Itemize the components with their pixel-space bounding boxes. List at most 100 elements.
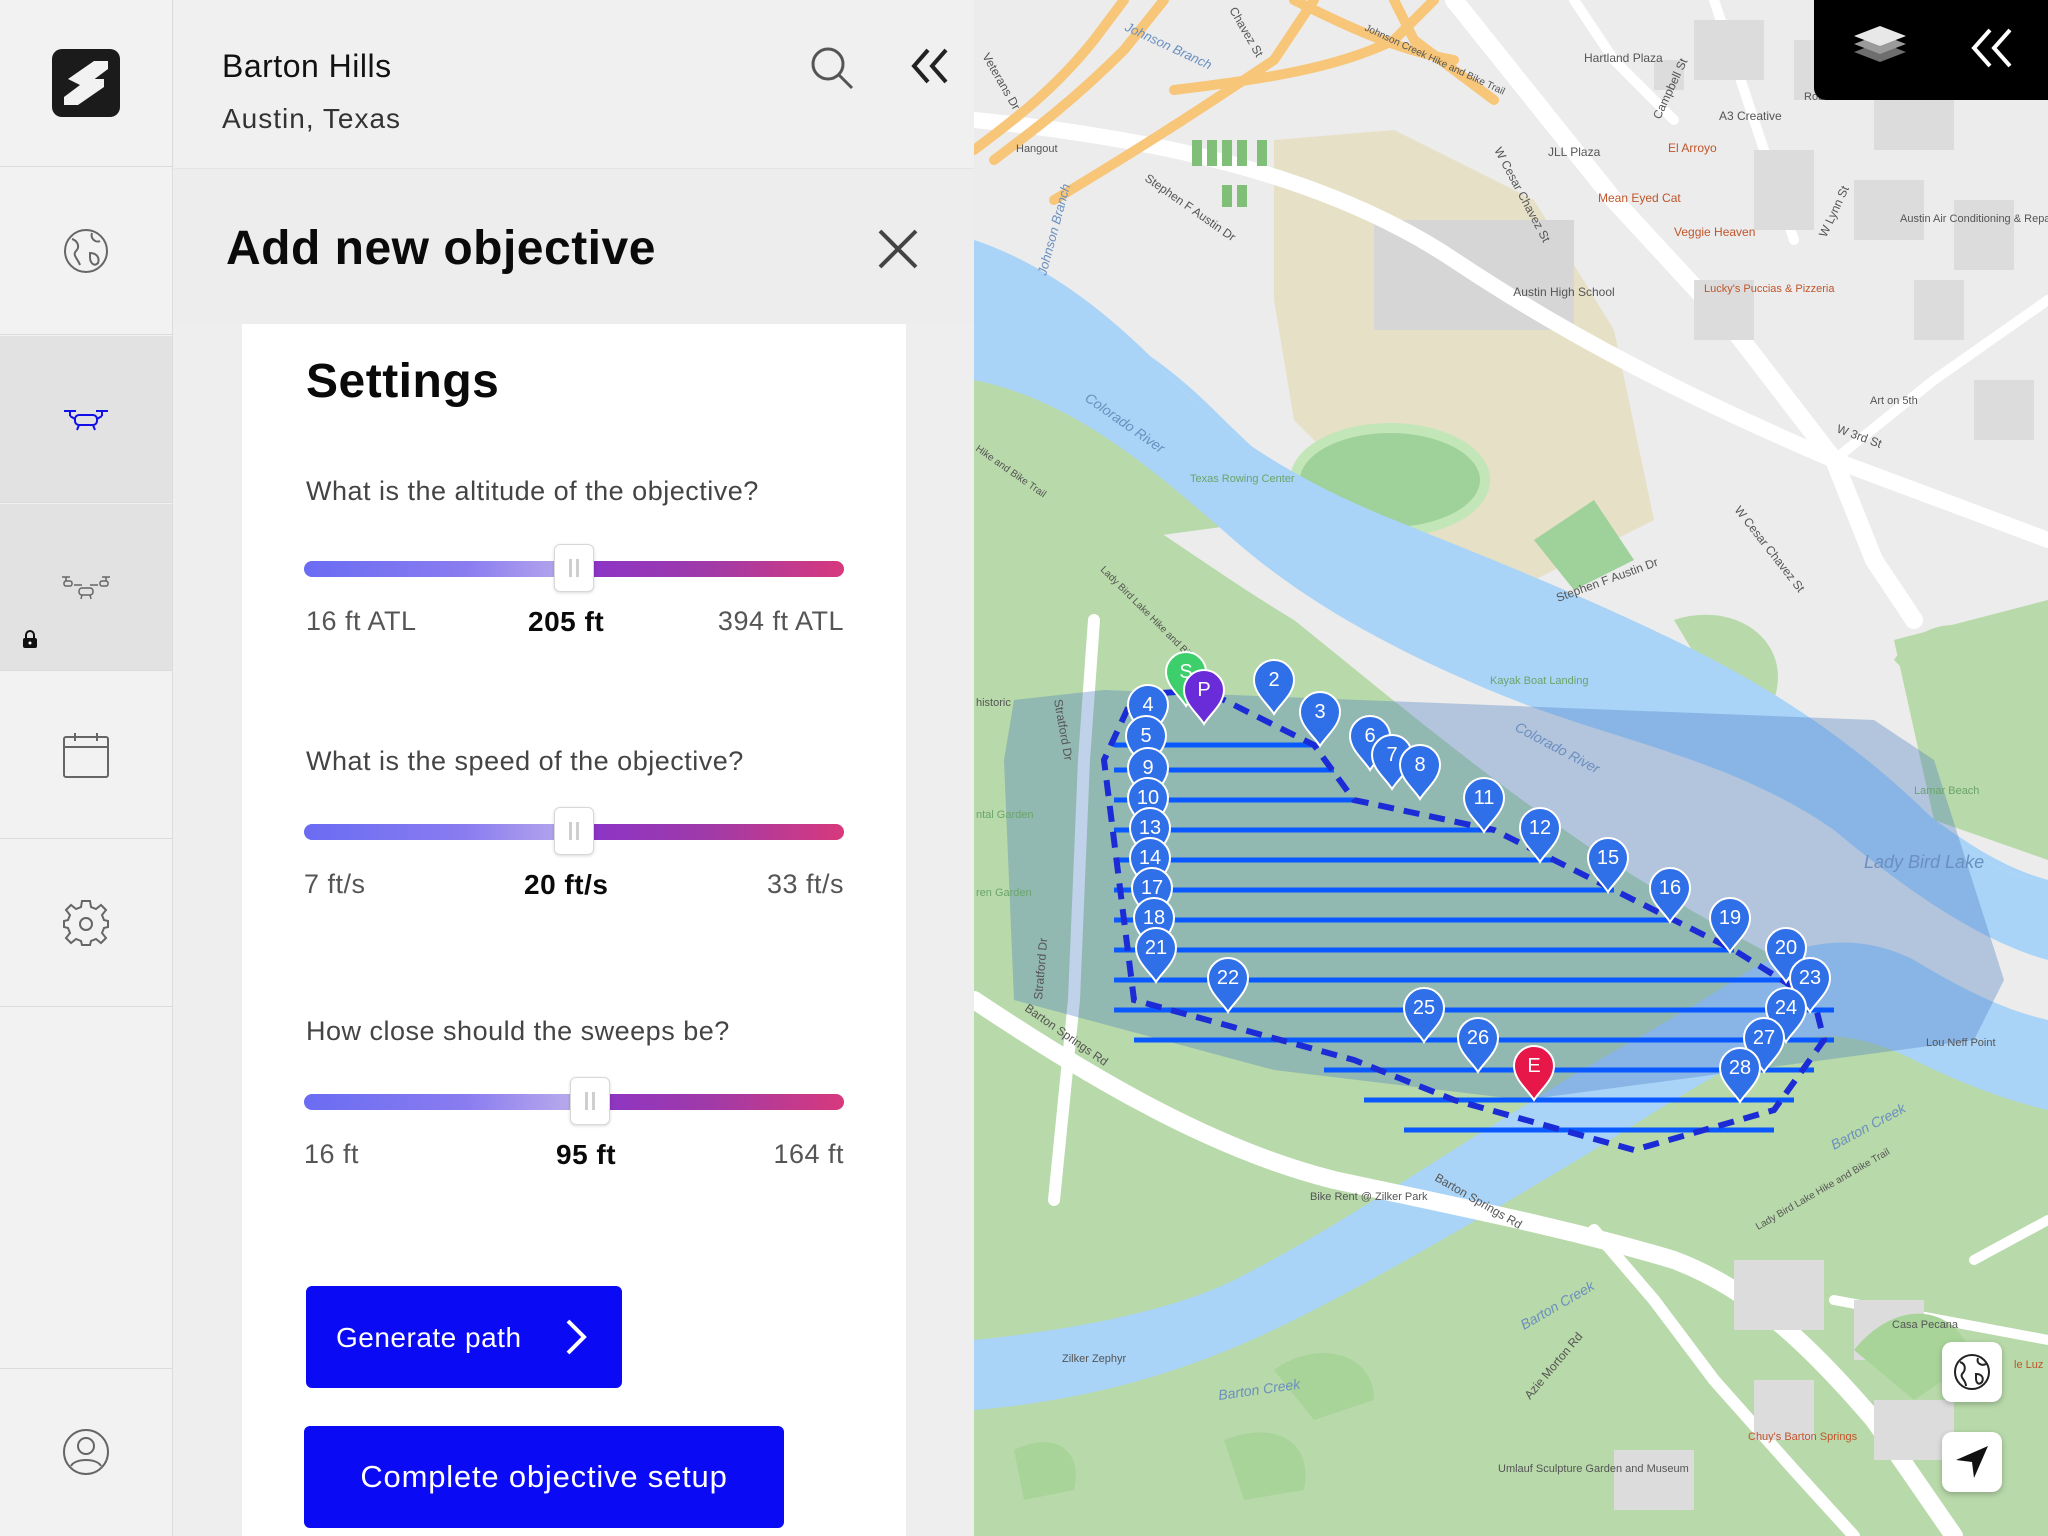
- waypoint-marker-22[interactable]: 22: [1206, 957, 1250, 1014]
- waypoint-marker-24-label: 24: [1775, 997, 1797, 1019]
- layers-button[interactable]: [1840, 18, 1920, 82]
- gear-icon: [63, 900, 109, 946]
- location-title: Barton Hills: [222, 48, 392, 84]
- waypoint-marker-28-label: 28: [1729, 1057, 1751, 1079]
- waypoint-marker-11[interactable]: 11: [1462, 777, 1506, 834]
- calendar-icon: [63, 733, 109, 778]
- settings-heading: Settings: [306, 355, 500, 408]
- chevron-right-icon: [566, 1319, 587, 1355]
- locate-me-button[interactable]: [1942, 1432, 2002, 1492]
- expand-map-button[interactable]: [1964, 24, 2024, 72]
- waypoint-marker-17-label: 17: [1141, 877, 1163, 899]
- waypoint-marker-13-label: 13: [1139, 817, 1161, 839]
- sweeps-thumb[interactable]: [570, 1077, 611, 1125]
- waypoint-marker-19[interactable]: 19: [1708, 897, 1752, 954]
- end-marker-label: E: [1527, 1055, 1540, 1077]
- nav-globe[interactable]: [0, 168, 172, 335]
- generate-path-label: Generate path: [336, 1322, 522, 1353]
- waypoint-marker-10-label: 10: [1137, 787, 1159, 809]
- p-marker[interactable]: P: [1182, 669, 1226, 726]
- location-subtitle: Austin, Texas: [222, 103, 402, 134]
- navigation-arrow-icon: [1956, 1446, 1988, 1478]
- layers-icon: [1854, 26, 1906, 62]
- waypoint-marker-9-label: 9: [1142, 757, 1153, 779]
- waypoint-marker-26[interactable]: 26: [1456, 1017, 1500, 1074]
- nav-drone-swarm[interactable]: [0, 504, 172, 671]
- altitude-thumb[interactable]: [554, 544, 594, 592]
- waypoint-marker-27-label: 27: [1753, 1027, 1775, 1049]
- waypoint-marker-21[interactable]: 21: [1134, 927, 1178, 984]
- altitude-max: 394 ft ATL: [717, 606, 844, 636]
- map-controls: [1814, 0, 2048, 100]
- end-marker[interactable]: E: [1512, 1045, 1556, 1102]
- sweeps-value: 95 ft: [556, 1139, 617, 1170]
- user-icon: [63, 1429, 109, 1475]
- nav-settings[interactable]: [0, 840, 172, 1007]
- waypoint-marker-4-label: 4: [1142, 694, 1153, 716]
- collapse-panel-button[interactable]: [906, 46, 954, 86]
- altitude-slider[interactable]: [304, 544, 844, 592]
- sweeps-question: How close should the sweeps be?: [306, 1016, 730, 1046]
- waypoint-marker-16-label: 16: [1659, 877, 1681, 899]
- speed-min: 7 ft/s: [304, 869, 366, 899]
- close-button[interactable]: [874, 225, 922, 273]
- waypoint-layer: 2345 67 8910 11121314 15161718 19202122 232425…: [1124, 651, 1832, 1104]
- generate-path-button[interactable]: Generate path: [306, 1286, 622, 1388]
- waypoint-marker-8-label: 8: [1414, 754, 1425, 776]
- waypoint-marker-3-label: 3: [1314, 701, 1325, 723]
- speed-value: 20 ft/s: [524, 869, 609, 900]
- waypoint-marker-15-label: 15: [1597, 847, 1619, 869]
- waypoint-marker-25-label: 25: [1413, 997, 1435, 1019]
- waypoint-marker-25[interactable]: 25: [1402, 987, 1446, 1044]
- waypoint-marker-21-label: 21: [1145, 937, 1167, 959]
- waypoint-marker-3[interactable]: 3: [1298, 691, 1342, 748]
- globe-icon: [1954, 1354, 1990, 1390]
- double-chevron-left-icon: [911, 48, 948, 84]
- complete-setup-button[interactable]: Complete objective setup: [304, 1426, 784, 1528]
- waypoint-marker-12[interactable]: 12: [1518, 807, 1562, 864]
- objective-title: Add new objective: [226, 222, 656, 275]
- speed-slider[interactable]: [304, 807, 844, 855]
- waypoint-marker-7-label: 7: [1386, 744, 1397, 766]
- lock-icon: [23, 630, 37, 648]
- waypoint-marker-15[interactable]: 15: [1586, 837, 1630, 894]
- waypoint-marker-26-label: 26: [1467, 1027, 1489, 1049]
- globe-icon: [64, 229, 108, 273]
- altitude-min: 16 ft ATL: [306, 606, 417, 636]
- waypoint-marker-12-label: 12: [1529, 817, 1551, 839]
- sweeps-min: 16 ft: [304, 1139, 360, 1169]
- drone-swarm-icon: [62, 576, 110, 600]
- waypoint-marker-23-label: 23: [1799, 967, 1821, 989]
- nav-rail: [0, 0, 173, 1536]
- waypoint-marker-6-label: 6: [1364, 725, 1375, 747]
- altitude-value: 205 ft: [528, 606, 605, 637]
- search-button[interactable]: [808, 44, 856, 92]
- nav-calendar[interactable]: [0, 672, 172, 839]
- map-style-button[interactable]: [1942, 1342, 2002, 1402]
- app-logo: [52, 49, 120, 117]
- map-view[interactable]: Austin High School Lady Bird Lake Colora…: [974, 0, 2048, 1536]
- nav-profile[interactable]: [0, 1368, 172, 1535]
- p-marker-label: P: [1197, 679, 1210, 701]
- waypoint-marker-18-label: 18: [1143, 907, 1165, 929]
- sweeps-slider[interactable]: [304, 1077, 844, 1125]
- speed-max: 33 ft/s: [766, 869, 844, 899]
- speed-thumb[interactable]: [554, 807, 594, 855]
- logo-cell[interactable]: [0, 0, 172, 167]
- speed-question: What is the speed of the objective?: [306, 746, 744, 776]
- waypoint-marker-11-label: 11: [1474, 787, 1495, 809]
- search-icon: [811, 47, 854, 90]
- objective-panel: Barton Hills Austin, Texas Add new objec…: [174, 0, 974, 1536]
- altitude-question: What is the altitude of the objective?: [306, 476, 759, 506]
- settings-card: Settings What is the altitude of the obj…: [242, 324, 906, 1536]
- waypoint-marker-2[interactable]: 2: [1252, 659, 1296, 716]
- nav-drone[interactable]: [0, 336, 172, 503]
- waypoint-marker-5-label: 5: [1140, 725, 1151, 747]
- close-icon: [878, 229, 918, 269]
- double-chevron-left-icon: [1971, 28, 2012, 68]
- waypoint-marker-16[interactable]: 16: [1648, 867, 1692, 924]
- waypoint-marker-8[interactable]: 8: [1398, 744, 1442, 801]
- location-header: Barton Hills Austin, Texas: [174, 0, 974, 168]
- waypoint-marker-28[interactable]: 28: [1718, 1047, 1762, 1104]
- sweeps-max: 164 ft: [773, 1139, 844, 1169]
